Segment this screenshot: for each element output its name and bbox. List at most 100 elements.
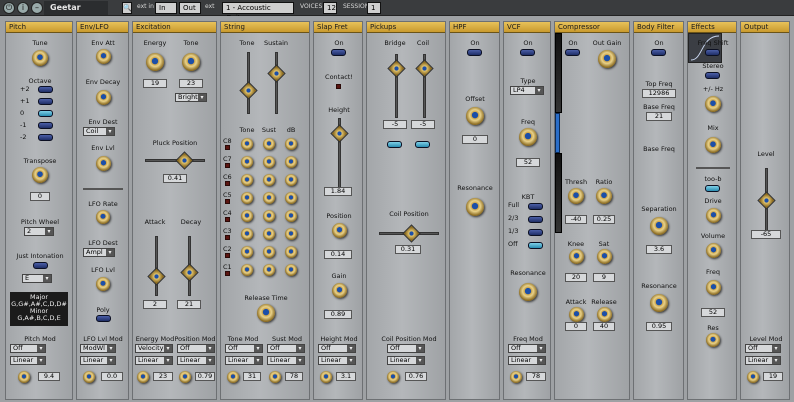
tone-knob-6[interactable] (241, 246, 253, 258)
energy-knob[interactable] (146, 53, 164, 71)
fx-freq-value[interactable]: 52 (701, 308, 725, 317)
tone-knob-7[interactable] (241, 264, 253, 276)
drive-knob[interactable] (705, 207, 721, 223)
level-mod-value[interactable]: 19 (763, 372, 783, 381)
out-gain-knob[interactable] (598, 50, 616, 68)
db-knob-5[interactable] (285, 228, 297, 240)
env-lvl-knob[interactable] (95, 155, 111, 171)
in-select[interactable]: In (155, 2, 177, 14)
level-slider[interactable] (757, 191, 776, 210)
tone-knob[interactable] (182, 53, 200, 71)
gain-knob[interactable] (331, 282, 347, 298)
sust-knob-4[interactable] (263, 210, 275, 222)
bright-select[interactable]: Bright (175, 93, 207, 102)
bridge-button[interactable] (387, 141, 402, 148)
coil-mod-value[interactable]: 0.76 (405, 372, 427, 381)
sust-mod-knob[interactable] (269, 371, 281, 383)
base-freq-value[interactable]: 21 (646, 112, 672, 121)
freq-mod-select[interactable]: Off (508, 344, 546, 353)
sust-knob-5[interactable] (263, 228, 275, 240)
sust-knob-7[interactable] (263, 264, 275, 276)
db-knob-4[interactable] (285, 210, 297, 222)
tone-knob-2[interactable] (241, 174, 253, 186)
hpf-on-button[interactable] (467, 49, 482, 56)
pitch-mod-knob[interactable] (18, 371, 30, 383)
height-mod-value[interactable]: 3.1 (336, 372, 356, 381)
coil-mod-select[interactable]: Off (387, 344, 425, 353)
lfo-mod-curve[interactable]: Linear (80, 356, 116, 365)
hz-knob[interactable] (705, 96, 721, 112)
position-knob[interactable] (331, 222, 347, 238)
knee-value[interactable]: 20 (565, 273, 587, 282)
env-decay-knob[interactable] (95, 89, 111, 105)
lfo-dest-select[interactable]: Ampl (83, 248, 115, 257)
vcf-resonance-knob[interactable] (519, 283, 537, 301)
db-knob-1[interactable] (285, 156, 297, 168)
db-knob-0[interactable] (285, 138, 297, 150)
env-dest-select[interactable]: Coil (83, 127, 115, 136)
vcf-on-button[interactable] (520, 49, 535, 56)
db-knob-6[interactable] (285, 246, 297, 258)
freq-mod-value[interactable]: 78 (526, 372, 546, 381)
knee-knob[interactable] (568, 248, 584, 264)
top-freq-value[interactable]: 12986 (642, 89, 676, 98)
decay-slider[interactable] (180, 263, 199, 282)
position-mod-value[interactable]: 0.79 (195, 372, 215, 381)
energy-mod-knob[interactable] (137, 371, 149, 383)
coil-value[interactable]: -5 (411, 120, 435, 129)
offset-knob[interactable] (466, 107, 484, 125)
fx-freq-knob[interactable] (705, 279, 721, 295)
db-knob-2[interactable] (285, 174, 297, 186)
tone-knob-4[interactable] (241, 210, 253, 222)
height-mod-select[interactable]: Off (318, 344, 356, 353)
just-intonation-button[interactable] (33, 262, 48, 269)
energy-value[interactable]: 19 (143, 79, 167, 88)
tone-knob-5[interactable] (241, 228, 253, 240)
db-knob-7[interactable] (285, 264, 297, 276)
pitch-mod-curve[interactable]: Linear (10, 356, 46, 365)
release-knob[interactable] (257, 304, 275, 322)
comp-attack-knob[interactable] (568, 306, 584, 322)
freq-knob[interactable] (519, 128, 537, 146)
level-mod-curve[interactable]: Linear (745, 356, 781, 365)
lfo-mod-value[interactable]: 0.0 (101, 372, 123, 381)
position-mod-knob[interactable] (179, 371, 191, 383)
thresh-knob[interactable] (568, 188, 584, 204)
kbt-button-1[interactable] (528, 216, 543, 223)
toob-button[interactable] (705, 185, 720, 192)
level-mod-knob[interactable] (747, 371, 759, 383)
out-select[interactable]: Out (179, 2, 201, 14)
energy-mod-curve[interactable]: Linear (135, 356, 173, 365)
release-value[interactable]: 40 (593, 322, 615, 331)
height-mod-knob[interactable] (320, 371, 332, 383)
position-value[interactable]: 0.14 (324, 250, 352, 259)
separation-value[interactable]: 3.6 (646, 245, 672, 254)
tone-knob-0[interactable] (241, 138, 253, 150)
ratio-knob[interactable] (596, 188, 612, 204)
ratio-value[interactable]: 0.25 (593, 215, 615, 224)
stereo-button[interactable] (705, 72, 720, 79)
thresh-value[interactable]: -40 (565, 215, 587, 224)
tone-mod-value[interactable]: 31 (243, 372, 261, 381)
sustain-slider[interactable] (267, 64, 286, 83)
tone-value[interactable]: 23 (179, 79, 203, 88)
comp-attack-value[interactable]: 0 (565, 322, 587, 331)
sat-knob[interactable] (596, 248, 612, 264)
body-resonance-value[interactable]: 0.95 (646, 322, 672, 331)
freq-mod-knob[interactable] (510, 371, 522, 383)
freq-mod-curve[interactable]: Linear (508, 356, 546, 365)
energy-mod-value[interactable]: 23 (153, 372, 173, 381)
kbt-button-2[interactable] (528, 229, 543, 236)
sust-mod-value[interactable]: 78 (285, 372, 303, 381)
octave-button-0[interactable] (38, 86, 53, 93)
voices-value[interactable]: 12 (323, 2, 337, 14)
bridge-slider[interactable] (387, 59, 406, 78)
sust-knob-6[interactable] (263, 246, 275, 258)
tone-knob-1[interactable] (241, 156, 253, 168)
preset-select[interactable]: 1 - Accoustic Guitar (222, 2, 294, 22)
lfo-mod-knob[interactable] (83, 371, 95, 383)
octave-button-3[interactable] (38, 122, 53, 129)
attack-value[interactable]: 2 (143, 300, 167, 309)
pitch-wheel-select[interactable]: 2 (24, 227, 54, 236)
sust-knob-1[interactable] (263, 156, 275, 168)
